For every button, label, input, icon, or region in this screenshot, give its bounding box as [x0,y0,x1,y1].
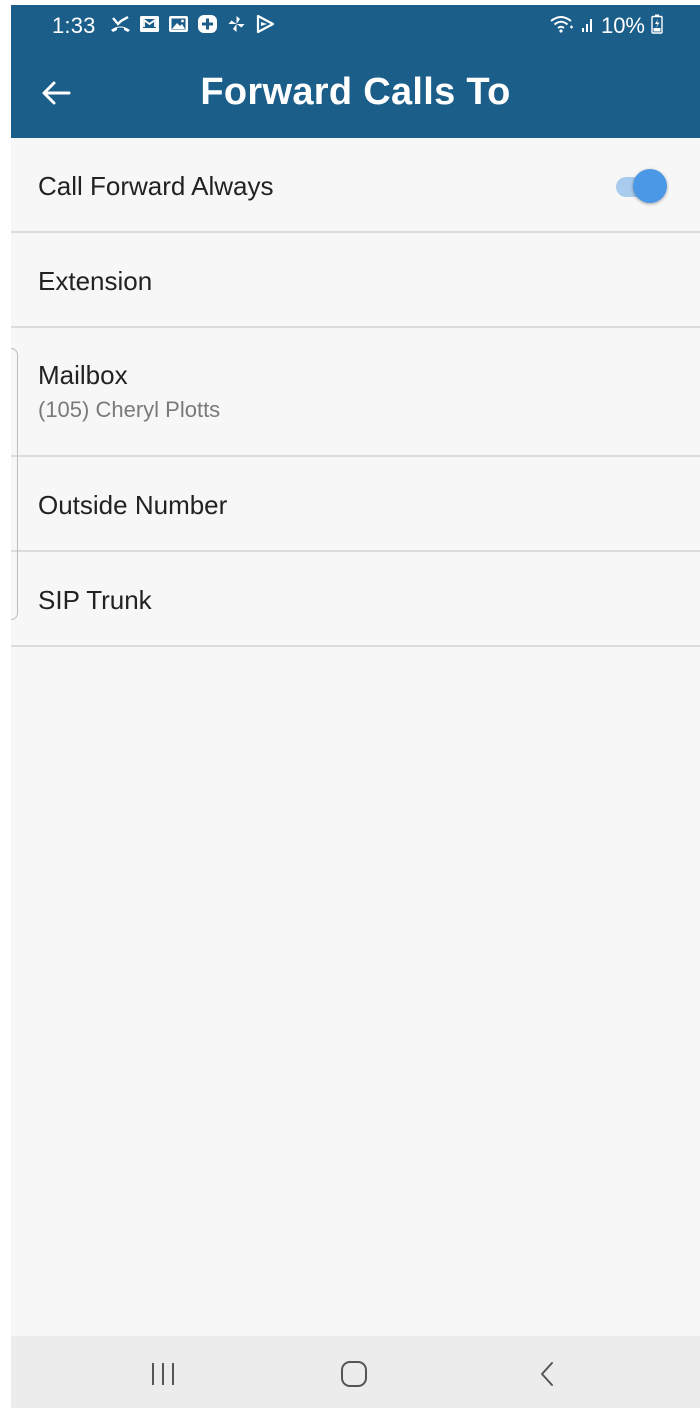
page-title: Forward Calls To [200,71,511,113]
edge-panel-handle[interactable] [11,348,18,620]
wifi-icon [549,14,575,39]
back-chevron-icon[interactable] [518,1354,578,1394]
status-bar: 1:33 10% [11,5,700,47]
battery-charging-icon [651,14,663,39]
signal-icon [581,14,595,39]
list-item-call-forward-always[interactable]: Call Forward Always [11,138,700,233]
notification-icons [110,14,276,34]
pinwheel-icon [226,14,247,34]
list-item-label: Call Forward Always [38,171,274,201]
recent-apps-icon[interactable] [133,1354,193,1394]
list-item-label: Mailbox [38,360,128,390]
home-icon[interactable] [324,1354,384,1394]
forward-options-list: Call Forward Always Extension Mailbox (1… [11,138,700,647]
screen: 1:33 10% Forward Calls To Call Forward A… [11,5,700,1408]
list-item-mailbox[interactable]: Mailbox (105) Cheryl Plotts [11,328,700,457]
mail-icon [139,14,160,34]
plus-app-icon [197,14,218,34]
missed-call-icon [110,14,131,34]
header: 1:33 10% Forward Calls To [11,5,700,138]
gallery-icon [168,14,189,34]
list-item-label: Extension [38,266,153,296]
list-item-extension[interactable]: Extension [11,233,700,328]
status-time: 1:33 [52,13,96,38]
list-item-sublabel: (105) Cheryl Plotts [38,397,221,422]
status-right: 10% [549,13,663,39]
toggle-knob [633,169,667,203]
play-store-icon [255,14,276,34]
list-item-label: SIP Trunk [38,585,152,615]
system-nav-bar [11,1336,700,1408]
list-item-label: Outside Number [38,490,228,520]
call-forward-always-toggle[interactable] [613,169,667,203]
list-item-sip-trunk[interactable]: SIP Trunk [11,552,700,647]
list-item-outside-number[interactable]: Outside Number [11,457,700,552]
battery-percent: 10% [600,13,645,38]
